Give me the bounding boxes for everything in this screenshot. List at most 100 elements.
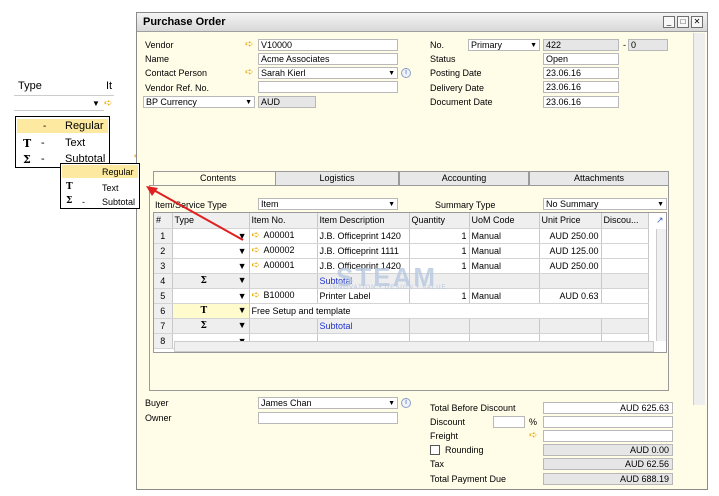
currency-type-dropdown[interactable]: BP Currency: [143, 96, 255, 108]
link-arrow-icon[interactable]: ➪: [252, 291, 264, 301]
menu-item-text[interactable]: T - Text: [17, 136, 108, 150]
link-arrow-icon[interactable]: ➪: [529, 431, 540, 441]
tab-attachments[interactable]: Attachments: [529, 171, 669, 185]
row-item-no[interactable]: ➪ A00001: [249, 258, 318, 274]
row-item-no[interactable]: ➪ B10000: [249, 288, 318, 304]
table-row-text[interactable]: 6 T ▼ Free Setup and template: [154, 303, 649, 319]
summary-type-dropdown[interactable]: No Summary: [543, 198, 667, 210]
row-uom[interactable]: Manual: [469, 258, 540, 274]
owner-field[interactable]: [258, 412, 398, 424]
discount-amount-field[interactable]: [543, 416, 673, 428]
freight-field[interactable]: [543, 430, 673, 442]
vendor-ref-field[interactable]: [258, 81, 398, 93]
window-title: Purchase Order: [143, 16, 226, 28]
maximize-icon[interactable]: □: [677, 16, 689, 28]
contact-dropdown[interactable]: Sarah Kierl: [258, 67, 398, 79]
expand-grid-icon[interactable]: ↗: [656, 215, 664, 226]
delivery-date-label: Delivery Date: [430, 83, 485, 93]
watermark-tagline: INNOVATION • DESIGN • VALUE: [330, 285, 447, 291]
posting-date-label: Posting Date: [430, 68, 482, 78]
row-description[interactable]: J.B. Officeprint 1420: [317, 228, 410, 244]
total-before-discount-label: Total Before Discount: [430, 403, 516, 413]
row-uom: [469, 273, 540, 289]
grid-vertical-scrollbar[interactable]: [656, 229, 666, 341]
item-type-dropdown[interactable]: Item: [258, 198, 398, 210]
tab-logistics[interactable]: Logistics: [275, 171, 399, 185]
buyer-label: Buyer: [145, 398, 169, 408]
window-scrollbar[interactable]: [693, 33, 705, 405]
col-header-description[interactable]: Item Description: [317, 213, 410, 229]
row-type-dropdown[interactable]: T ▼: [172, 303, 250, 319]
row-uom[interactable]: Manual: [469, 288, 540, 304]
name-label: Name: [145, 54, 170, 64]
tab-accounting[interactable]: Accounting: [399, 171, 529, 185]
row-discount[interactable]: [601, 243, 649, 259]
regular-label: Regular: [102, 167, 134, 177]
row-uom[interactable]: Manual: [469, 228, 540, 244]
row-type-dropdown[interactable]: ▼: [172, 258, 250, 274]
info-icon[interactable]: i: [401, 398, 411, 408]
row-quantity[interactable]: 1: [409, 228, 470, 244]
red-pointer-arrow: [146, 186, 244, 241]
table-row-subtotal[interactable]: 7 Σ ▼ Subtotal: [154, 318, 649, 334]
menu-item-subtotal[interactable]: Σ - Subtotal: [62, 195, 138, 208]
row-item-no[interactable]: ➪ A00001: [249, 228, 318, 244]
document-date-label: Document Date: [430, 97, 493, 107]
discount-percent-field[interactable]: [493, 416, 525, 428]
row-number: 8: [154, 333, 173, 349]
row-type-dropdown[interactable]: Σ ▼: [172, 273, 250, 289]
row-unit-price[interactable]: AUD 125.00: [539, 243, 602, 259]
posting-date-field[interactable]: 23.06.16: [543, 67, 619, 79]
row-quantity[interactable]: 1: [409, 243, 470, 259]
close-icon[interactable]: ✕: [691, 16, 703, 28]
total-payment-due-field: AUD 688.19: [543, 473, 673, 485]
row-unit-price[interactable]: AUD 250.00: [539, 258, 602, 274]
grid-horizontal-scrollbar[interactable]: [174, 341, 654, 352]
row-discount[interactable]: [601, 288, 649, 304]
row-discount[interactable]: [601, 228, 649, 244]
total-before-discount-field: AUD 625.63: [543, 402, 673, 414]
row-number: 4: [154, 273, 173, 289]
rounding-checkbox[interactable]: [430, 445, 440, 455]
row-unit-price[interactable]: AUD 0.63: [539, 288, 602, 304]
document-date-field[interactable]: 23.06.16: [543, 96, 619, 108]
row-unit-price: [539, 273, 602, 289]
menu-item-regular[interactable]: - Regular: [17, 119, 108, 133]
col-header-discount[interactable]: Discou...: [601, 213, 649, 229]
row-item-no[interactable]: ➪ A00002: [249, 243, 318, 259]
menu-item-text[interactable]: T Text: [62, 181, 138, 194]
row-type-dropdown[interactable]: Σ ▼: [172, 318, 250, 334]
callout-type-field[interactable]: ▼: [14, 98, 104, 111]
row-discount: [601, 318, 649, 334]
row-number: 3: [154, 258, 173, 274]
link-arrow-icon[interactable]: ➪: [245, 40, 256, 50]
menu-item-regular[interactable]: Regular: [62, 165, 138, 178]
vendor-field[interactable]: V10000: [258, 39, 398, 51]
col-header-quantity[interactable]: Quantity: [409, 213, 470, 229]
row-description[interactable]: J.B. Officeprint 1111: [317, 243, 410, 259]
col-header-item-no[interactable]: Item No.: [249, 213, 318, 229]
doc-suffix-field: 0: [628, 39, 668, 51]
regular-symbol: -: [43, 121, 47, 132]
link-arrow-icon[interactable]: ➪: [252, 261, 264, 271]
info-icon[interactable]: i: [401, 68, 411, 78]
regular-label: Regular: [65, 120, 104, 132]
text-type-icon: T: [200, 306, 208, 316]
col-header-unit-price[interactable]: Unit Price: [539, 213, 602, 229]
minimize-icon[interactable]: _: [663, 16, 675, 28]
row-uom[interactable]: Manual: [469, 243, 540, 259]
col-header-uom[interactable]: UoM Code: [469, 213, 540, 229]
name-field[interactable]: Acme Associates: [258, 53, 398, 65]
sigma-icon: Σ: [23, 153, 31, 166]
row-type-dropdown[interactable]: ▼: [172, 288, 250, 304]
series-dropdown[interactable]: Primary: [468, 39, 540, 51]
row-text-content[interactable]: Free Setup and template: [249, 303, 649, 319]
link-arrow-icon[interactable]: ➪: [245, 68, 256, 78]
link-arrow-icon[interactable]: ➪: [252, 246, 264, 256]
row-discount[interactable]: [601, 258, 649, 274]
buyer-dropdown[interactable]: James Chan: [258, 397, 398, 409]
link-arrow-icon[interactable]: ➪: [252, 231, 264, 241]
delivery-date-field[interactable]: 23.06.16: [543, 81, 619, 93]
row-unit-price[interactable]: AUD 250.00: [539, 228, 602, 244]
item-no-text: A00001: [263, 230, 295, 240]
